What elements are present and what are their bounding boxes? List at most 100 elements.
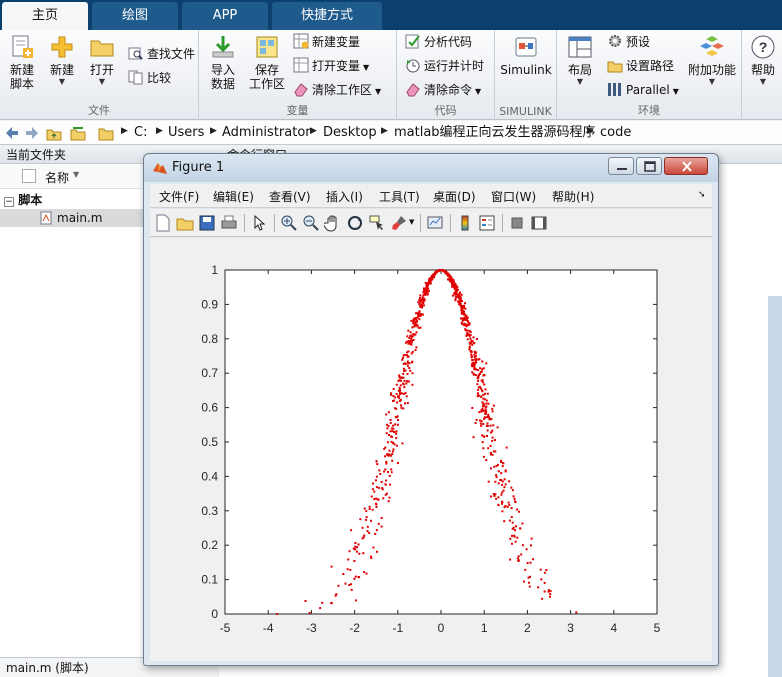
legend-icon[interactable] — [478, 214, 496, 232]
new-variable-button[interactable]: 新建变量 — [293, 32, 360, 52]
scatter-point — [393, 431, 396, 433]
help-button[interactable]: ? 帮助 ▼ — [746, 34, 780, 87]
save-icon[interactable] — [198, 214, 216, 232]
parallel-button[interactable]: Parallel ▼ — [607, 80, 679, 100]
breadcrumb-administrator[interactable]: Administrator — [222, 125, 311, 141]
scatter-point — [405, 382, 408, 385]
close-button[interactable] — [664, 157, 708, 175]
set-path-button[interactable]: 设置路径 — [607, 56, 674, 76]
figure-canvas[interactable]: -5 -4 -3 -2 -1 0 1 2 3 4 5 0 0.1 0.2 0.3 0.4 0.5 0.6 0.7 0.… — [150, 238, 712, 661]
browse-folder-icon[interactable] — [70, 125, 86, 141]
data-cursor-icon[interactable] — [368, 214, 386, 232]
menu-view[interactable]: 查看(V) — [269, 188, 311, 205]
show-plot-tools-icon[interactable] — [530, 214, 548, 232]
pan-hand-icon[interactable] — [324, 214, 342, 232]
scatter-point — [497, 482, 500, 485]
x-tick-label: -3 — [306, 621, 317, 635]
chevron-down-icon[interactable]: ▼ — [409, 218, 414, 226]
scatter-point — [463, 306, 466, 309]
scatter-point — [454, 293, 457, 296]
minimize-button[interactable] — [608, 157, 634, 175]
scatter-point — [389, 419, 392, 421]
scatter-point — [406, 335, 409, 338]
preferences-button[interactable]: 预设 — [607, 32, 650, 52]
select-all-checkbox[interactable] — [22, 169, 36, 183]
figure-window[interactable]: Figure 1 文件(F) 编辑(E) 查看(V) 插入(I) 工具(T) 桌… — [143, 153, 719, 666]
menu-overflow-icon[interactable]: ➘ — [698, 190, 706, 200]
scatter-point — [477, 388, 480, 391]
analyze-code-button[interactable]: 分析代码 — [405, 32, 472, 52]
zoom-in-icon[interactable] — [280, 214, 298, 232]
figure-title-bar[interactable]: Figure 1 — [144, 154, 718, 182]
up-folder-icon[interactable] — [46, 125, 62, 141]
open-file-icon[interactable] — [176, 214, 194, 232]
scatter-point — [494, 439, 496, 442]
scatter-point — [390, 427, 393, 430]
print-icon[interactable] — [220, 214, 238, 232]
breadcrumb-project-folder[interactable]: matlab编程正向云发生器源码程序 — [394, 125, 596, 141]
collapse-icon[interactable]: − — [4, 197, 14, 207]
menu-edit[interactable]: 编辑(E) — [213, 188, 254, 205]
tab-apps[interactable]: APP — [182, 2, 268, 30]
menu-tools[interactable]: 工具(T) — [379, 188, 420, 205]
menu-window[interactable]: 窗口(W) — [491, 188, 536, 205]
scatter-point — [458, 302, 461, 305]
menu-desktop[interactable]: 桌面(D) — [433, 188, 476, 205]
menu-help[interactable]: 帮助(H) — [552, 188, 594, 205]
scatter-point — [466, 320, 469, 322]
scatter-point — [382, 497, 385, 500]
add-ons-button[interactable]: 附加功能 ▼ — [685, 34, 739, 87]
menu-file[interactable]: 文件(F) — [159, 188, 199, 205]
save-workspace-button[interactable]: 保存 工作区 — [247, 34, 287, 91]
simulink-button[interactable]: Simulink — [499, 34, 553, 77]
colorbar-icon[interactable] — [456, 214, 474, 232]
tab-plots[interactable]: 绘图 — [92, 2, 178, 30]
breadcrumb-code[interactable]: code — [600, 125, 631, 141]
x-tick-label: -4 — [263, 621, 274, 635]
run-and-time-button[interactable]: 运行并计时 — [405, 56, 484, 76]
find-files-button[interactable]: 查找文件 — [128, 44, 195, 64]
tree-group-scripts[interactable]: − 脚本 — [4, 191, 42, 208]
scatter-point — [350, 583, 353, 586]
scatter-point — [348, 550, 351, 553]
open-variable-button[interactable]: 打开变量 ▼ — [293, 56, 369, 76]
new-button[interactable]: 新建 ▼ — [44, 34, 80, 87]
forward-arrow-icon[interactable] — [24, 125, 40, 141]
brush-icon[interactable] — [390, 214, 408, 232]
breadcrumb-desktop[interactable]: Desktop — [323, 125, 377, 141]
compare-button[interactable]: 比较 — [128, 68, 171, 88]
breadcrumb-users[interactable]: Users — [168, 125, 204, 141]
scatter-point — [461, 309, 464, 312]
menu-insert[interactable]: 插入(I) — [326, 188, 363, 205]
tab-home[interactable]: 主页 — [2, 2, 88, 30]
link-plot-icon[interactable] — [426, 214, 444, 232]
clear-workspace-button[interactable]: 清除工作区 ▼ — [293, 80, 381, 100]
hide-plot-tools-icon[interactable] — [508, 214, 526, 232]
tab-shortcuts[interactable]: 快捷方式 — [272, 2, 382, 30]
open-button[interactable]: 打开 ▼ — [84, 34, 120, 87]
scatter-point — [480, 410, 483, 413]
back-arrow-icon[interactable] — [4, 125, 20, 141]
scatter-plot[interactable]: -5 -4 -3 -2 -1 0 1 2 3 4 5 0 0.1 0.2 0.3 0.4 0.5 0.6 0.7 0.… — [150, 238, 712, 661]
zoom-out-icon[interactable] — [302, 214, 320, 232]
scatter-point — [409, 342, 412, 345]
breadcrumb-drive[interactable]: C: — [134, 125, 147, 141]
scatter-point — [366, 530, 369, 533]
scatter-point — [368, 531, 371, 534]
maximize-button[interactable] — [636, 157, 662, 175]
scatter-point — [385, 460, 388, 463]
rotate-3d-icon[interactable] — [346, 214, 364, 232]
scatter-point — [473, 342, 476, 344]
clear-commands-button[interactable]: 清除命令 ▼ — [405, 80, 481, 100]
import-data-button[interactable]: 导入 数据 — [203, 34, 243, 91]
new-figure-icon[interactable] — [154, 214, 172, 232]
scatter-point — [549, 590, 552, 593]
scatter-point — [398, 400, 401, 402]
new-script-button[interactable]: 新建 脚本 — [4, 34, 40, 91]
scatter-point — [348, 584, 351, 586]
pointer-icon[interactable] — [250, 214, 268, 232]
column-header-name[interactable]: 名称 — [45, 169, 69, 186]
layout-label: 布局 — [567, 63, 592, 77]
layout-button[interactable]: 布局 ▼ — [561, 34, 599, 87]
x-tick-label: 5 — [654, 621, 661, 635]
